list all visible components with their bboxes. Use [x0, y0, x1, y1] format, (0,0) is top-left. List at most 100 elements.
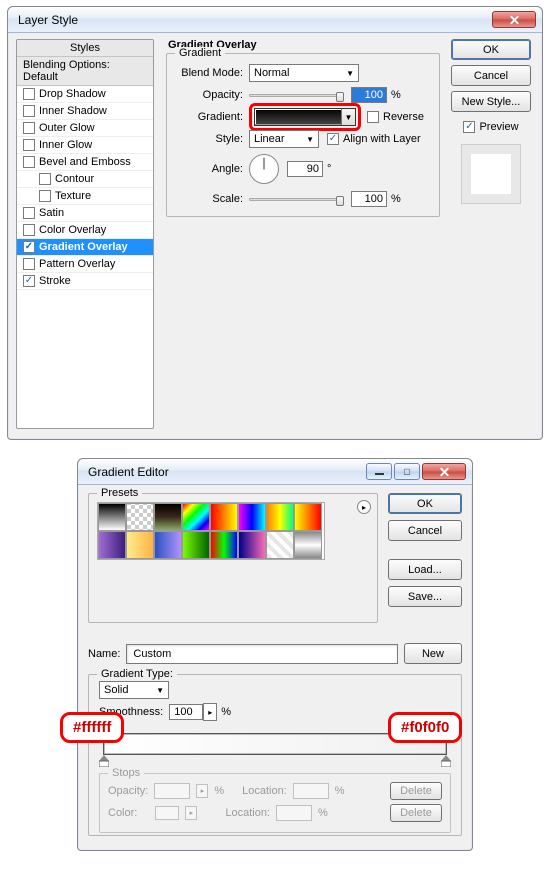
preset-swatch[interactable]	[238, 503, 266, 531]
style-checkbox[interactable]	[23, 139, 35, 151]
style-label: Bevel and Emboss	[39, 156, 131, 168]
chevron-down-icon[interactable]: ▼	[341, 109, 355, 125]
delete-color-stop-button: Delete	[390, 804, 442, 822]
style-checkbox[interactable]	[39, 173, 51, 185]
style-row-gradient-overlay[interactable]: Gradient Overlay	[17, 239, 153, 256]
cancel-button[interactable]: Cancel	[451, 65, 531, 86]
preview-swatch	[461, 144, 521, 204]
minimize-button[interactable]	[366, 463, 392, 480]
reverse-checkbox[interactable]	[367, 111, 379, 123]
style-row-pattern-overlay[interactable]: Pattern Overlay	[17, 256, 153, 273]
preset-swatch[interactable]	[238, 531, 266, 559]
close-button[interactable]	[492, 11, 536, 28]
style-row-inner-shadow[interactable]: Inner Shadow	[17, 103, 153, 120]
stops-fieldset: Stops Opacity: ▸ % Location: % Delete Co…	[99, 773, 451, 833]
styles-panel: Styles Blending Options: Default Drop Sh…	[16, 39, 154, 429]
preset-swatch[interactable]	[154, 503, 182, 531]
preset-swatch[interactable]	[294, 531, 322, 559]
preset-swatch[interactable]	[182, 503, 210, 531]
style-row-drop-shadow[interactable]: Drop Shadow	[17, 86, 153, 103]
style-checkbox[interactable]	[23, 156, 35, 168]
color-stop-right[interactable]	[441, 755, 451, 767]
style-label: Satin	[39, 207, 64, 219]
presets-legend: Presets	[97, 487, 142, 499]
style-row-color-overlay[interactable]: Color Overlay	[17, 222, 153, 239]
style-checkbox[interactable]	[23, 207, 35, 219]
dialog-buttons: OK Cancel New Style... Preview	[448, 39, 534, 429]
blend-mode-select[interactable]: Normal ▼	[249, 64, 359, 82]
ok-button[interactable]: OK	[451, 39, 531, 60]
preset-swatch[interactable]	[126, 503, 154, 531]
preview-checkbox[interactable]	[463, 121, 475, 133]
preset-swatch[interactable]	[182, 531, 210, 559]
style-row-contour[interactable]: Contour	[17, 171, 153, 188]
chevron-right-icon: ▸	[185, 806, 197, 820]
preset-swatch[interactable]	[266, 503, 294, 531]
styles-header[interactable]: Styles	[17, 40, 153, 57]
titlebar[interactable]: Layer Style	[8, 7, 542, 33]
gradient-legend: Gradient	[175, 47, 225, 59]
chevron-down-icon: ▼	[156, 686, 164, 695]
cancel-button[interactable]: Cancel	[388, 520, 462, 541]
gradient-overlay-pane: Gradient Overlay Gradient Blend Mode: No…	[164, 39, 442, 429]
style-select[interactable]: Linear ▼	[249, 130, 319, 148]
style-row-outer-glow[interactable]: Outer Glow	[17, 120, 153, 137]
scale-slider[interactable]	[249, 198, 343, 201]
preset-swatch[interactable]	[210, 531, 238, 559]
style-label: Gradient Overlay	[39, 241, 128, 253]
style-checkbox[interactable]	[23, 275, 35, 287]
presets-flyout-button[interactable]: ▸	[357, 500, 371, 514]
style-checkbox[interactable]	[23, 241, 35, 253]
blending-options-row[interactable]: Blending Options: Default	[17, 57, 153, 86]
style-label: Color Overlay	[39, 224, 106, 236]
style-row-satin[interactable]: Satin	[17, 205, 153, 222]
preset-swatch[interactable]	[98, 503, 126, 531]
opacity-input[interactable]: 100	[351, 87, 387, 103]
opacity-label: Opacity:	[179, 89, 243, 101]
style-label: Stroke	[39, 275, 71, 287]
close-button[interactable]	[422, 463, 466, 480]
style-checkbox[interactable]	[23, 258, 35, 270]
scale-label: Scale:	[179, 193, 243, 205]
smoothness-stepper[interactable]: ▸	[203, 703, 217, 721]
preset-swatch[interactable]	[210, 503, 238, 531]
preset-swatch[interactable]	[294, 503, 322, 531]
preset-swatch[interactable]	[154, 531, 182, 559]
preset-swatch[interactable]	[98, 531, 126, 559]
gradient-picker[interactable]: ▼	[254, 108, 356, 126]
style-label: Texture	[55, 190, 91, 202]
hex-callout-left: #ffffff	[60, 712, 124, 743]
angle-wheel[interactable]	[249, 154, 279, 184]
style-checkbox[interactable]	[39, 190, 51, 202]
preset-swatch[interactable]	[126, 531, 154, 559]
smoothness-input[interactable]: 100	[169, 704, 203, 720]
name-input[interactable]: Custom	[126, 644, 398, 664]
type-select[interactable]: Solid ▼	[99, 681, 169, 699]
maximize-button[interactable]: ▢	[394, 463, 420, 480]
style-row-texture[interactable]: Texture	[17, 188, 153, 205]
style-checkbox[interactable]	[23, 122, 35, 134]
reverse-label: Reverse	[383, 111, 424, 123]
style-row-stroke[interactable]: Stroke	[17, 273, 153, 290]
style-checkbox[interactable]	[23, 88, 35, 100]
new-style-button[interactable]: New Style...	[451, 91, 531, 112]
ok-button[interactable]: OK	[388, 493, 462, 514]
load-button[interactable]: Load...	[388, 559, 462, 580]
angle-input[interactable]: 90	[287, 161, 323, 177]
delete-opacity-stop-button: Delete	[390, 782, 442, 800]
preset-swatch[interactable]	[266, 531, 294, 559]
scale-input[interactable]: 100	[351, 191, 387, 207]
gradient-type-fieldset: Gradient Type: Solid ▼ Smoothness: 100 ▸…	[88, 674, 462, 836]
style-row-bevel-and-emboss[interactable]: Bevel and Emboss	[17, 154, 153, 171]
new-button[interactable]: New	[404, 643, 462, 664]
color-stop-left[interactable]	[99, 755, 109, 767]
style-row-inner-glow[interactable]: Inner Glow	[17, 137, 153, 154]
align-checkbox[interactable]	[327, 133, 339, 145]
opacity-slider[interactable]	[249, 94, 343, 97]
style-checkbox[interactable]	[23, 224, 35, 236]
preview-label: Preview	[479, 121, 518, 133]
titlebar[interactable]: Gradient Editor ▢	[78, 459, 472, 485]
style-checkbox[interactable]	[23, 105, 35, 117]
stop-location-input	[293, 783, 329, 799]
save-button[interactable]: Save...	[388, 586, 462, 607]
